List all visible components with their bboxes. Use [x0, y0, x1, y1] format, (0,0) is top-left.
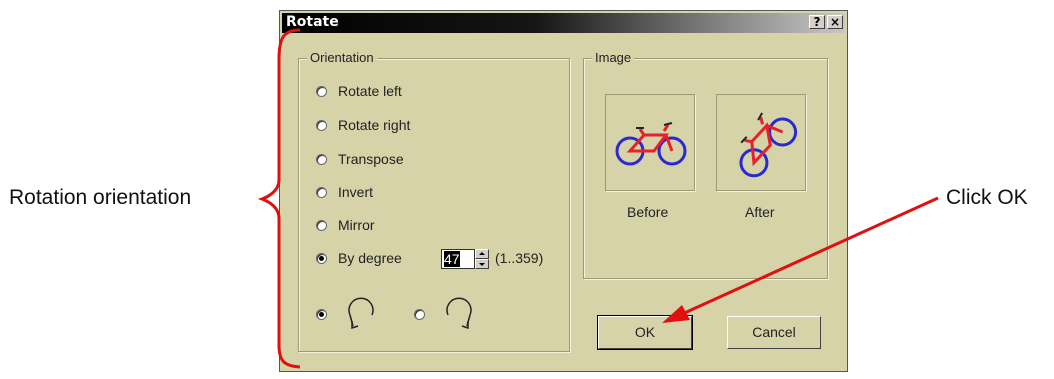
arrow-annotation-line [679, 196, 939, 317]
arrow-annotation-head [662, 305, 690, 323]
bracket-annotation [257, 28, 301, 369]
annotation-overlay [257, 28, 939, 369]
